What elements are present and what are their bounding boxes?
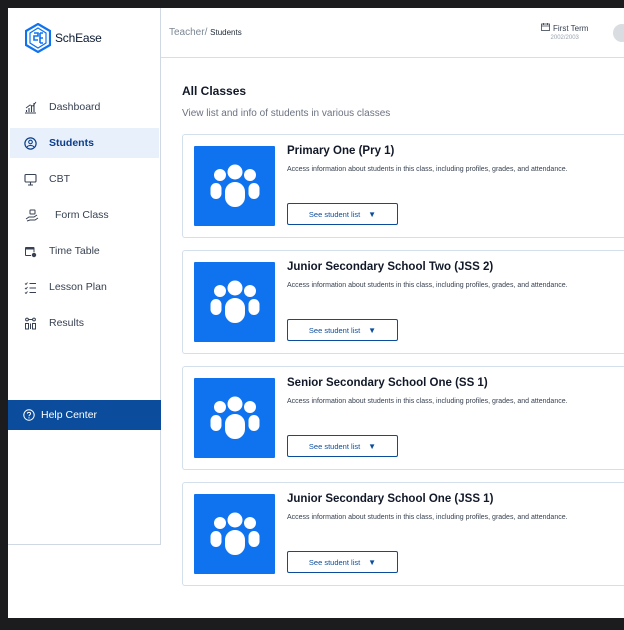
caret-down-icon: ▼ (368, 441, 377, 451)
sidebar-item-label: Students (49, 137, 94, 149)
calendar-clock-icon (23, 244, 37, 258)
class-card: Primary One (Pry 1) Access information a… (182, 134, 624, 238)
help-center-button[interactable]: Help Center (8, 400, 161, 430)
button-label: See student list (308, 325, 361, 335)
chart-bars-icon (23, 100, 37, 114)
sidebar-item-label: Time Table (49, 245, 100, 257)
breadcrumb-current: Students (210, 28, 242, 37)
monitor-icon (23, 172, 37, 186)
group-icon (194, 378, 275, 458)
see-student-list-button[interactable]: See student list ▼ (287, 435, 398, 457)
sidebar: SchEase Dashboard Students CBT Form Clas… (8, 8, 161, 545)
page-subtitle: View list and info of students in variou… (182, 108, 391, 119)
avatar[interactable] (613, 24, 624, 42)
schease-logo-icon (25, 23, 51, 53)
breadcrumb: Teacher/ Students (169, 27, 242, 38)
term-label: First Term (553, 23, 589, 33)
class-card: Junior Secondary School Two (JSS 2) Acce… (182, 250, 624, 354)
brand-name: SchEase (55, 31, 102, 45)
see-student-list-button[interactable]: See student list ▼ (287, 203, 398, 225)
class-description: Access information about students in thi… (287, 398, 568, 405)
class-description: Access information about students in thi… (287, 282, 568, 289)
hand-icon (25, 208, 39, 222)
results-icon (23, 316, 37, 330)
class-card: Senior Secondary School One (SS 1) Acces… (182, 366, 624, 470)
breadcrumb-parent[interactable]: Teacher/ (169, 27, 207, 38)
user-circle-icon (23, 136, 37, 150)
sidebar-item-time-table[interactable]: Time Table (8, 236, 161, 266)
class-title: Junior Secondary School One (JSS 1) (287, 493, 494, 505)
sidebar-item-students[interactable]: Students (10, 128, 159, 158)
caret-down-icon: ▼ (368, 557, 377, 567)
sidebar-item-lesson-plan[interactable]: Lesson Plan (8, 272, 161, 302)
button-label: See student list (308, 441, 361, 451)
sidebar-item-results[interactable]: Results (8, 308, 161, 338)
class-description: Access information about students in thi… (287, 166, 568, 173)
checklist-icon (23, 280, 37, 294)
class-title: Junior Secondary School Two (JSS 2) (287, 261, 494, 273)
caret-down-icon: ▼ (368, 325, 377, 335)
page-title: All Classes (182, 84, 247, 98)
see-student-list-button[interactable]: See student list ▼ (287, 319, 398, 341)
caret-down-icon: ▼ (368, 209, 377, 219)
session-label: 2002/2003 (550, 35, 579, 41)
logo[interactable]: SchEase (25, 23, 102, 53)
sidebar-nav: Dashboard Students CBT Form Class Time T… (8, 92, 161, 344)
class-description: Access information about students in thi… (287, 514, 568, 521)
group-icon (194, 262, 275, 342)
group-icon (194, 494, 275, 574)
sidebar-item-dashboard[interactable]: Dashboard (8, 92, 161, 122)
sidebar-item-label: Form Class (55, 209, 109, 221)
see-student-list-button[interactable]: See student list ▼ (287, 551, 398, 573)
class-title: Primary One (Pry 1) (287, 145, 395, 157)
main-header: All Classes View list and info of studen… (182, 84, 390, 119)
sidebar-item-label: CBT (49, 173, 70, 185)
app-window: SchEase Dashboard Students CBT Form Clas… (8, 8, 624, 618)
question-circle-icon (23, 409, 35, 421)
button-label: See student list (308, 557, 361, 567)
calendar-icon (541, 23, 550, 33)
sidebar-item-cbt[interactable]: CBT (8, 164, 161, 194)
class-card: Junior Secondary School One (JSS 1) Acce… (182, 482, 624, 586)
class-title: Senior Secondary School One (SS 1) (287, 377, 488, 389)
help-center-label: Help Center (41, 409, 98, 421)
sidebar-item-label: Lesson Plan (49, 281, 107, 293)
sidebar-item-label: Results (49, 317, 85, 329)
sidebar-item-label: Dashboard (49, 101, 101, 113)
button-label: See student list (308, 209, 361, 219)
sidebar-item-form-class[interactable]: Form Class (8, 200, 161, 230)
group-icon (194, 146, 275, 226)
topbar: Teacher/ Students First Term 2002/2003 (161, 8, 624, 58)
term-selector[interactable]: First Term 2002/2003 (541, 23, 588, 41)
